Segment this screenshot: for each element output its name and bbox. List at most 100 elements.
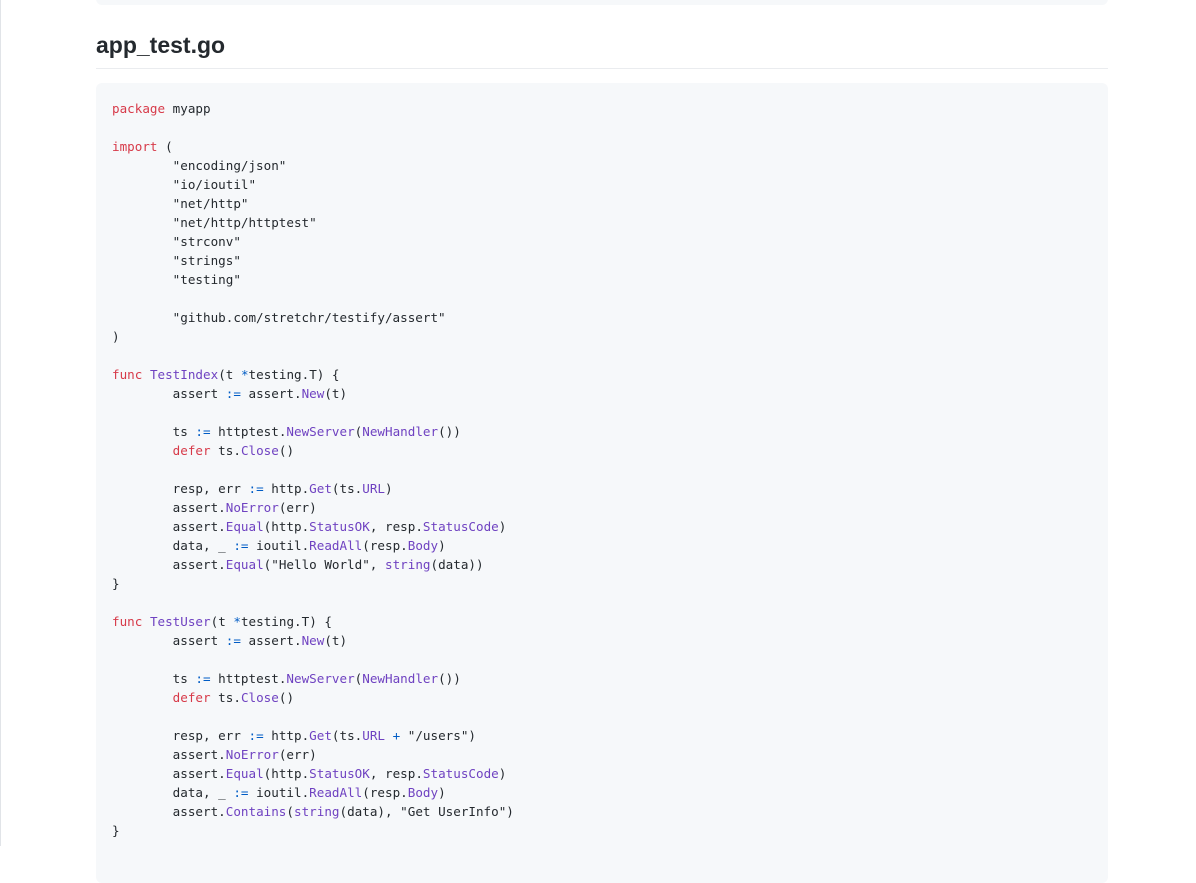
code-line: import (	[112, 137, 1092, 156]
code-text: (t)	[324, 633, 348, 648]
code-line: }	[112, 574, 1092, 593]
code-text: ()	[278, 690, 295, 705]
code-operator: :=	[195, 671, 211, 686]
code-identifier: Close	[240, 690, 279, 705]
code-keyword: import	[112, 139, 158, 154]
code-text: "net/http"	[112, 196, 249, 211]
code-text: assert.	[112, 766, 226, 781]
code-operator: *	[240, 367, 249, 382]
code-line: "strconv"	[112, 232, 1092, 251]
code-text: (err)	[278, 500, 317, 515]
code-line: resp, err := http.Get(ts.URL + "/users")	[112, 726, 1092, 745]
code-text: (data), "Get UserInfo")	[339, 804, 514, 819]
code-text: assert.	[112, 519, 226, 534]
code-keyword: defer	[172, 443, 211, 458]
code-identifier: Equal	[225, 519, 264, 534]
code-identifier: NewServer	[286, 424, 355, 439]
code-identifier: Close	[240, 443, 279, 458]
code-text: ioutil.	[248, 538, 310, 553]
code-identifier: URL	[362, 481, 385, 496]
code-text: assert.	[112, 557, 226, 572]
code-text: assert	[112, 386, 226, 401]
code-line: ts := httptest.NewServer(NewHandler())	[112, 422, 1092, 441]
code-text: (http.	[263, 766, 310, 781]
code-line: assert.Contains(string(data), "Get UserI…	[112, 802, 1092, 821]
code-block[interactable]: package myapp import ( "encoding/json" "i…	[96, 83, 1108, 883]
code-keyword: defer	[172, 690, 211, 705]
code-keyword: func	[112, 614, 143, 629]
code-identifier: Equal	[225, 557, 264, 572]
code-line: "strings"	[112, 251, 1092, 270]
code-text: (resp.	[362, 538, 408, 553]
code-operator: :=	[195, 424, 211, 439]
code-text: ()	[278, 443, 295, 458]
code-identifier: Body	[407, 785, 439, 800]
code-line: data, _ := ioutil.ReadAll(resp.Body)	[112, 536, 1092, 555]
code-text: http.	[263, 728, 310, 743]
code-line: data, _ := ioutil.ReadAll(resp.Body)	[112, 783, 1092, 802]
code-line: assert := assert.New(t)	[112, 631, 1092, 650]
code-text: assert.	[240, 633, 302, 648]
code-line: )	[112, 327, 1092, 346]
code-identifier: NewHandler	[362, 424, 439, 439]
code-line: func TestUser(t *testing.T) {	[112, 612, 1092, 631]
code-text: )	[498, 766, 507, 781]
code-operator: *	[233, 614, 241, 629]
code-text: ts.	[210, 443, 241, 458]
code-text: (resp.	[362, 785, 408, 800]
code-content: package myapp import ( "encoding/json" "i…	[112, 99, 1092, 840]
code-text: )	[438, 785, 446, 800]
code-text: "testing"	[112, 272, 241, 287]
code-identifier: NoError	[225, 500, 279, 515]
code-text: ioutil.	[248, 785, 310, 800]
code-line: package myapp	[112, 99, 1092, 118]
code-text: )	[385, 481, 393, 496]
code-line: resp, err := http.Get(ts.URL)	[112, 479, 1092, 498]
code-text: resp, err	[112, 481, 249, 496]
code-text: }	[112, 823, 120, 838]
code-identifier: ReadAll	[309, 785, 363, 800]
code-identifier: Get	[309, 728, 332, 743]
code-operator: :=	[248, 481, 264, 496]
code-identifier: TestIndex	[149, 367, 219, 382]
code-line: defer ts.Close()	[112, 441, 1092, 460]
code-line: "github.com/stretchr/testify/assert"	[112, 308, 1092, 327]
code-line: assert.Equal(http.StatusOK, resp.StatusC…	[112, 517, 1092, 536]
code-text: (t	[218, 367, 241, 382]
code-text: testing.T) {	[248, 367, 340, 382]
code-text: ("Hello World",	[263, 557, 385, 572]
code-identifier: NewServer	[286, 671, 355, 686]
code-text: (t	[210, 614, 234, 629]
code-identifier: TestUser	[149, 614, 211, 629]
code-operator: :=	[225, 386, 241, 401]
code-line: assert.NoError(err)	[112, 498, 1092, 517]
code-text: http.	[263, 481, 310, 496]
code-text: data, _	[112, 538, 234, 553]
code-text: testing.T) {	[240, 614, 332, 629]
code-text: ts	[112, 671, 196, 686]
code-line: }	[112, 821, 1092, 840]
code-identifier: StatusOK	[309, 519, 370, 534]
code-line: ts := httptest.NewServer(NewHandler())	[112, 669, 1092, 688]
code-text: ts.	[210, 690, 241, 705]
code-text: assert.	[112, 804, 226, 819]
code-line: assert.NoError(err)	[112, 745, 1092, 764]
code-text: "strconv"	[112, 234, 241, 249]
code-text: }	[112, 576, 120, 591]
code-text: (	[157, 139, 173, 154]
code-text: (err)	[278, 747, 317, 762]
code-identifier: Get	[309, 481, 332, 496]
code-text: "encoding/json"	[112, 158, 287, 173]
code-text: )	[112, 329, 120, 344]
code-keyword: package	[112, 101, 166, 116]
